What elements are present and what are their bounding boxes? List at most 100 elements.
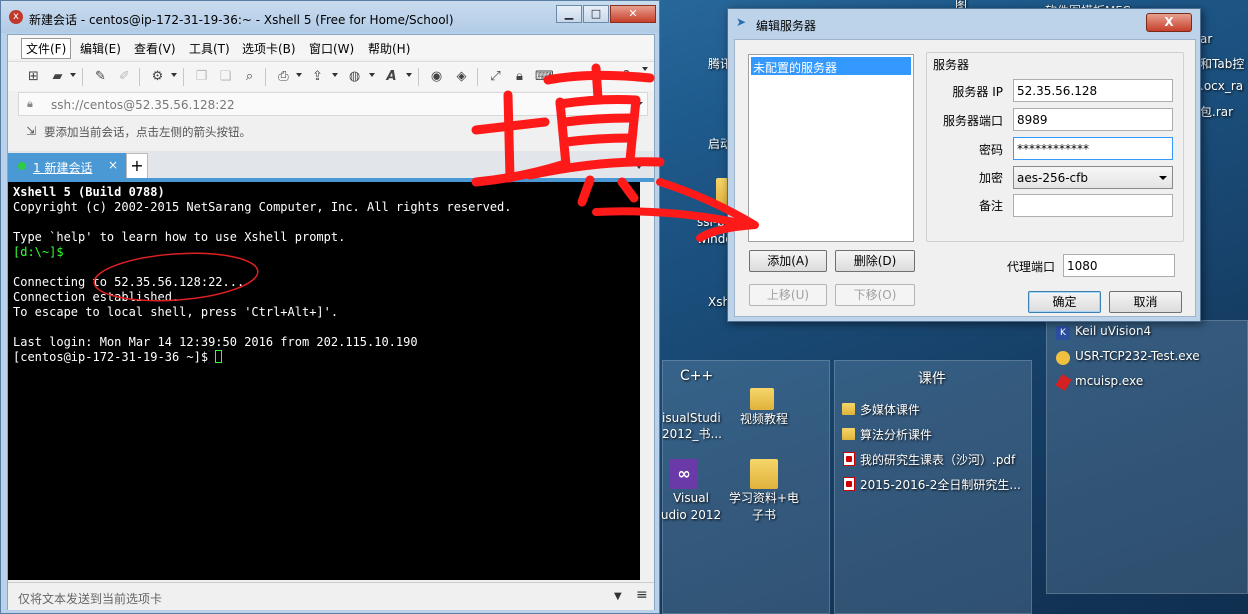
send-menu-icon[interactable]: ≡ [636, 587, 648, 603]
new-tab-button[interactable]: + [126, 153, 148, 179]
desktop-icon-ssl[interactable]: ssl-bi [697, 215, 728, 229]
terminal-line: Copyright (c) 2002-2015 NetSarang Comput… [13, 200, 512, 214]
tab-close-icon[interactable]: × [108, 158, 118, 172]
chevron-down-icon[interactable]: ▼ [614, 591, 622, 602]
minimize-button[interactable]: ▁ [556, 5, 582, 23]
address-bar[interactable]: 🔒︎ ssh://centos@52.35.56.128:22 [18, 92, 648, 116]
password-input[interactable]: ************ [1013, 137, 1173, 160]
xshell-titlebar[interactable]: x 新建会话 - centos@ip-172-31-19-36:~ - Xshe… [1, 1, 659, 33]
cancel-button[interactable]: 取消 [1109, 291, 1182, 313]
desktop-file-rt1[interactable]: 和Tab控 [1200, 55, 1244, 72]
dialog-titlebar[interactable]: ➤ 编辑服务器 X [728, 9, 1200, 37]
disconnect-icon[interactable]: ✐ [116, 69, 133, 84]
chevron-down-icon[interactable] [171, 73, 177, 77]
server-ip-input[interactable]: 52.35.56.128 [1013, 79, 1173, 102]
new-session-icon[interactable]: ⊞ [25, 69, 42, 84]
terminal-line: Connecting to 52.35.56.128:22... [13, 275, 245, 289]
send-bar[interactable]: 仅将文本发送到当前选项卡 ▼ ≡ [8, 582, 654, 610]
terminal[interactable]: Xshell 5 (Build 0788) Copyright (c) 2002… [8, 182, 640, 580]
fence-cpp-item-vs-book[interactable]: isualStudi 2012_书... [662, 410, 722, 442]
desktop-file-rt0[interactable]: ar [1200, 32, 1212, 46]
menu-file[interactable]: 文件(F) [21, 38, 72, 59]
paste-icon[interactable]: ❏ [217, 69, 234, 84]
folder-icon[interactable] [750, 388, 774, 410]
fence-course-item-grad[interactable]: 2015-2016-2全日制研究生... [860, 476, 1021, 493]
maximize-button[interactable]: □ [583, 5, 609, 23]
tab-session-1[interactable]: 1 新建会话 × [8, 153, 126, 179]
move-up-button[interactable]: 上移(U) [749, 284, 827, 306]
keyboard-icon[interactable]: ⌨ [535, 69, 554, 84]
xmanager-icon[interactable]: ◈ [453, 69, 470, 84]
chevron-down-icon[interactable] [70, 73, 76, 77]
dialog-close-button[interactable]: X [1146, 13, 1192, 32]
server-list-item[interactable]: 未配置的服务器 [751, 57, 911, 75]
terminal-line: Connection established. [13, 290, 180, 304]
folder-icon[interactable] [750, 459, 778, 489]
add-button[interactable]: 添加(A) [749, 250, 827, 272]
server-port-input[interactable]: 8989 [1013, 108, 1173, 131]
lock-icon[interactable]: 🔒︎ [511, 69, 528, 84]
terminal-prompt: [centos@ip-172-31-19-36 ~]$ [13, 350, 216, 364]
desktop-file-rt3[interactable]: 包.rar [1200, 103, 1233, 120]
chevron-down-icon[interactable] [332, 73, 338, 77]
remark-input[interactable] [1013, 194, 1173, 217]
pdf-icon [843, 452, 855, 466]
chevron-down-icon[interactable] [406, 73, 412, 77]
desktop-file-rt2[interactable]: .ocx_ra [1200, 79, 1243, 93]
open-folder-icon[interactable]: ▰ [49, 69, 66, 84]
move-down-button[interactable]: 下移(O) [835, 284, 915, 306]
terminal-cursor [215, 350, 223, 363]
terminal-scrollbar[interactable] [640, 182, 654, 580]
fullscreen-icon[interactable]: ⤢ [487, 69, 504, 84]
properties-icon[interactable]: ⚙ [149, 69, 166, 84]
reconnect-icon[interactable]: ✎ [92, 69, 109, 84]
font-icon[interactable]: A [383, 69, 400, 84]
globe-icon[interactable]: ◍ [346, 69, 363, 84]
terminal-line: Type `help' to learn how to use Xshell p… [13, 230, 346, 244]
find-icon[interactable]: ⌕ [241, 69, 258, 84]
delete-button[interactable]: 删除(D) [835, 250, 915, 272]
send-input-placeholder: 仅将文本发送到当前选项卡 [18, 592, 163, 606]
help-icon[interactable]: ? [618, 69, 635, 84]
folder-icon [842, 428, 855, 440]
transfer-icon[interactable]: ⇪ [309, 69, 326, 84]
menu-tools[interactable]: 工具(T) [185, 39, 234, 58]
add-session-arrow-icon[interactable]: ⇲ [26, 124, 36, 138]
chevron-down-icon[interactable] [296, 73, 302, 77]
encryption-select[interactable]: aes-256-cfb [1013, 166, 1173, 189]
desktop-item-usr-tcp[interactable]: USR-TCP232-Test.exe [1075, 349, 1200, 363]
menu-view[interactable]: 查看(V) [130, 39, 180, 58]
desktop-item-mcuisp[interactable]: mcuisp.exe [1075, 374, 1143, 388]
menu-tabs[interactable]: 选项卡(B) [238, 39, 300, 58]
copy-icon[interactable]: ❐ [193, 69, 210, 84]
xftp-icon[interactable]: ◉ [428, 69, 445, 84]
menu-help[interactable]: 帮助(H) [364, 39, 414, 58]
toolbar-separator [139, 68, 140, 86]
terminal-line: Xshell 5 (Build 0788) [13, 185, 165, 199]
fence-cpp-item-study[interactable]: 学习资料+电子书 [728, 490, 800, 524]
toolbar-overflow-icon[interactable] [642, 67, 648, 71]
server-list[interactable]: 未配置的服务器 [748, 54, 914, 242]
dialog-title: 编辑服务器 [756, 19, 817, 33]
chevron-down-icon [1159, 176, 1167, 180]
close-button[interactable]: ✕ [610, 5, 656, 23]
visual-studio-icon[interactable]: ∞ [670, 459, 698, 489]
proxy-port-input[interactable]: 1080 [1063, 254, 1175, 277]
usr-tcp-icon [1056, 351, 1070, 365]
print-icon[interactable]: ⎙ [275, 69, 292, 84]
fence-cpp-item-vs2012[interactable]: Visual udio 2012 [660, 490, 722, 524]
fence-course-item-algo[interactable]: 算法分析课件 [860, 426, 932, 443]
chevron-down-icon[interactable] [635, 102, 643, 106]
menu-edit[interactable]: 编辑(E) [76, 39, 125, 58]
fence-cpp-item-video[interactable]: 视频教程 [740, 410, 788, 427]
xshell-logo-icon: x [9, 10, 23, 24]
desktop-item-keil[interactable]: Keil uVision4 [1075, 324, 1151, 338]
terminal-line: To escape to local shell, press 'Ctrl+Al… [13, 305, 339, 319]
chevron-down-icon[interactable] [369, 73, 375, 77]
fence-course-item-multimedia[interactable]: 多媒体课件 [860, 401, 920, 418]
fence-course-item-schedule[interactable]: 我的研究生课表（沙河）.pdf [860, 451, 1015, 468]
ok-button[interactable]: 确定 [1028, 291, 1101, 313]
fence-course-title: 课件 [918, 371, 946, 387]
tab-list-chevron-icon[interactable] [636, 165, 642, 169]
menu-window[interactable]: 窗口(W) [305, 39, 358, 58]
